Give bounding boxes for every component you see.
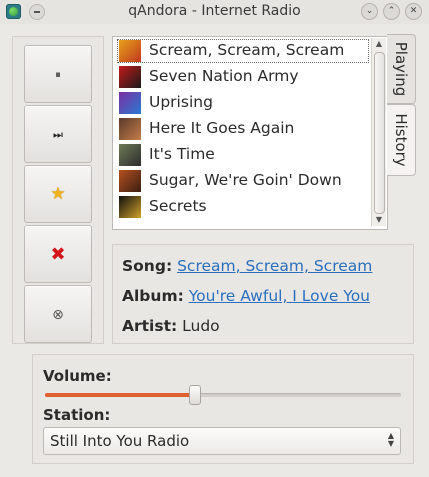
track-title: Uprising: [149, 93, 213, 111]
tab-playing[interactable]: Playing: [387, 34, 416, 104]
volume-slider-fill: [45, 393, 195, 397]
station-label: Station:: [43, 406, 111, 424]
artist-value: Ludo: [182, 317, 220, 335]
volume-slider-handle[interactable]: [188, 385, 201, 405]
album-label: Album:: [122, 287, 184, 305]
minimize-button[interactable]: ⌄: [361, 3, 378, 20]
artist-row: Artist: Ludo: [122, 317, 220, 335]
tab-history-label: History: [392, 113, 410, 167]
album-art-icon: [119, 118, 141, 140]
list-item[interactable]: Seven Nation Army: [117, 65, 369, 89]
list-item[interactable]: Sugar, We're Goin' Down: [117, 169, 369, 193]
skip-next-icon: ⏭: [53, 128, 63, 141]
skip-button[interactable]: ⏭: [24, 105, 92, 163]
album-art-icon: [119, 144, 141, 166]
list-item[interactable]: It's Time: [117, 143, 369, 167]
volume-label: Volume:: [43, 367, 112, 385]
list-item[interactable]: Scream, Scream, Scream: [117, 39, 369, 63]
list-item[interactable]: Secrets: [117, 195, 369, 219]
album-art-icon: [119, 66, 141, 88]
track-title: Sugar, We're Goin' Down: [149, 171, 342, 189]
song-link[interactable]: Scream, Scream, Scream: [177, 257, 372, 275]
scrollbar-thumb[interactable]: [374, 52, 385, 214]
song-label: Song:: [122, 257, 173, 275]
title-bar: qAndora - Internet Radio ⌄ ⌃ ✕: [0, 0, 429, 24]
ban-button[interactable]: ✖: [24, 225, 92, 283]
maximize-button[interactable]: ⌃: [383, 3, 400, 20]
album-art-icon: [119, 196, 141, 218]
album-link[interactable]: You're Awful, I Love You: [189, 287, 370, 305]
album-art-icon: [119, 170, 141, 192]
track-title: Scream, Scream, Scream: [149, 41, 345, 59]
pause-button[interactable]: ⏸: [24, 45, 92, 103]
red-x-icon: ✖: [50, 243, 66, 265]
list-item[interactable]: Uprising: [117, 91, 369, 115]
station-select[interactable]: Still Into You Radio ▲ ▼: [43, 427, 401, 455]
scroll-down-icon[interactable]: ▼: [372, 214, 386, 226]
pause-icon: ⏸: [55, 68, 61, 81]
track-title: It's Time: [149, 145, 215, 163]
volume-station-panel: Volume: Station: Still Into You Radio ▲ ▼: [32, 354, 414, 464]
history-list[interactable]: Scream, Scream, Scream Seven Nation Army U…: [112, 36, 388, 230]
tired-button[interactable]: ⊗: [24, 285, 92, 343]
artist-label: Artist:: [122, 317, 178, 335]
track-title: Secrets: [149, 197, 207, 215]
star-icon: ★: [50, 184, 66, 204]
volume-slider[interactable]: [45, 385, 401, 405]
list-item[interactable]: Here It Goes Again: [117, 117, 369, 141]
tab-playing-label: Playing: [392, 41, 410, 97]
playback-controls-panel: ⏸ ⏭ ★ ✖ ⊗: [12, 36, 104, 344]
tab-history[interactable]: History: [387, 104, 416, 176]
tired-icon: ⊗: [52, 306, 64, 323]
album-art-icon: [119, 40, 141, 62]
album-row: Album: You're Awful, I Love You: [122, 287, 370, 305]
scroll-up-icon[interactable]: ▲: [372, 38, 386, 50]
song-row: Song: Scream, Scream, Scream: [122, 257, 372, 275]
love-button[interactable]: ★: [24, 165, 92, 223]
close-button[interactable]: ✕: [405, 3, 422, 20]
track-title: Here It Goes Again: [149, 119, 295, 137]
playlist-scrollbar[interactable]: ▲ ▼: [371, 38, 386, 226]
combo-arrows-icon: ▲ ▼: [387, 431, 394, 448]
station-select-value: Still Into You Radio: [50, 432, 190, 450]
track-title: Seven Nation Army: [149, 67, 299, 85]
song-info-panel: Song: Scream, Scream, Scream Album: You'…: [112, 244, 414, 344]
album-art-icon: [119, 92, 141, 114]
